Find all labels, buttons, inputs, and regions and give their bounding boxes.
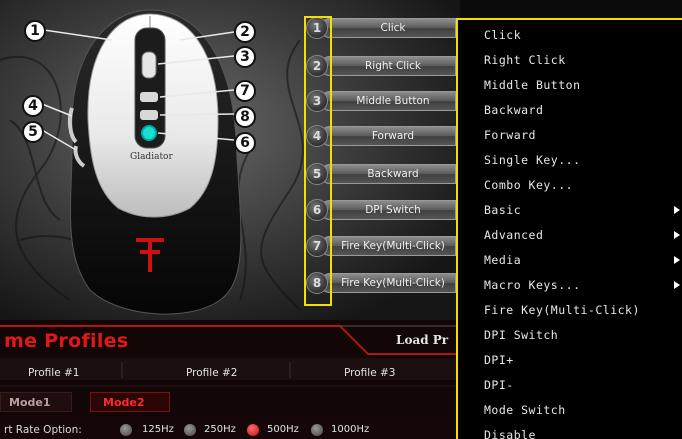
radio-125hz-label: 125Hz bbox=[142, 424, 174, 435]
radio-250hz-label: 250Hz bbox=[204, 424, 236, 435]
submenu-arrow-icon bbox=[674, 231, 680, 239]
callout-8: 8 bbox=[234, 106, 256, 128]
callout-7: 7 bbox=[234, 80, 256, 102]
menu-item-basic[interactable]: Basic bbox=[484, 203, 521, 217]
menu-item-middle-button[interactable]: Middle Button bbox=[484, 78, 581, 92]
menu-item-combo-key[interactable]: Combo Key... bbox=[484, 178, 573, 192]
button-assignment-label: Backward bbox=[320, 164, 456, 184]
callout-3: 3 bbox=[234, 46, 256, 68]
menu-item-dpi-switch[interactable]: DPI Switch bbox=[484, 328, 558, 342]
tab-profile-3[interactable]: Profile #3 bbox=[344, 367, 395, 379]
menu-item-macro-keys[interactable]: Macro Keys... bbox=[484, 278, 581, 292]
load-profile-button[interactable]: Load Pr bbox=[396, 333, 448, 347]
menu-item-mode-switch[interactable]: Mode Switch bbox=[484, 403, 566, 417]
button-assignment-label: Forward bbox=[320, 126, 456, 146]
menu-item-disable[interactable]: Disable bbox=[484, 428, 536, 439]
menu-item-dpi-minus[interactable]: DPI- bbox=[484, 378, 514, 392]
function-dropdown-menu: Click Right Click Middle Button Backward… bbox=[456, 18, 682, 439]
tab-mode-2[interactable]: Mode2 bbox=[90, 392, 170, 412]
menu-item-single-key[interactable]: Single Key... bbox=[484, 153, 581, 167]
radio-250hz[interactable] bbox=[184, 424, 196, 436]
button-number-highlight bbox=[304, 16, 332, 306]
callout-2: 2 bbox=[234, 21, 256, 43]
callout-5: 5 bbox=[22, 121, 44, 143]
radio-125hz[interactable] bbox=[120, 424, 132, 436]
menu-item-dpi-plus[interactable]: DPI+ bbox=[484, 353, 514, 367]
radio-1000hz-label: 1000Hz bbox=[331, 424, 370, 435]
button-assignment-label: Click bbox=[320, 18, 456, 38]
callout-6: 6 bbox=[234, 132, 256, 154]
callout-1: 1 bbox=[24, 20, 46, 42]
menu-item-right-click[interactable]: Right Click bbox=[484, 53, 566, 67]
mouse-brand-label: Gladiator bbox=[130, 152, 173, 162]
menu-item-click[interactable]: Click bbox=[484, 28, 521, 42]
menu-item-backward[interactable]: Backward bbox=[484, 103, 543, 117]
menu-item-fire-key[interactable]: Fire Key(Multi-Click) bbox=[484, 303, 640, 317]
button-assignment-label: Fire Key(Multi-Click) bbox=[320, 236, 456, 256]
submenu-arrow-icon bbox=[674, 256, 680, 264]
port-rate-label: rt Rate Option: bbox=[4, 424, 82, 436]
game-profiles-title: me Profiles bbox=[4, 330, 129, 352]
button-assignment-label: DPI Switch bbox=[320, 200, 456, 220]
tab-profile-1[interactable]: Profile #1 bbox=[28, 367, 79, 379]
button-assignment-label: Middle Button bbox=[320, 91, 456, 111]
button-assignment-label: Fire Key(Multi-Click) bbox=[320, 273, 456, 293]
button-assignment-label: Right Click bbox=[320, 56, 456, 76]
menu-item-advanced[interactable]: Advanced bbox=[484, 228, 543, 242]
tab-mode-1[interactable]: Mode1 bbox=[0, 392, 72, 412]
callout-4: 4 bbox=[22, 95, 44, 117]
menu-item-media[interactable]: Media bbox=[484, 253, 521, 267]
submenu-arrow-icon bbox=[674, 281, 680, 289]
menu-item-forward[interactable]: Forward bbox=[484, 128, 536, 142]
radio-500hz-label: 500Hz bbox=[267, 424, 299, 435]
radio-1000hz[interactable] bbox=[311, 424, 323, 436]
tab-profile-2[interactable]: Profile #2 bbox=[186, 367, 237, 379]
submenu-arrow-icon bbox=[674, 206, 680, 214]
radio-500hz[interactable] bbox=[247, 424, 259, 436]
